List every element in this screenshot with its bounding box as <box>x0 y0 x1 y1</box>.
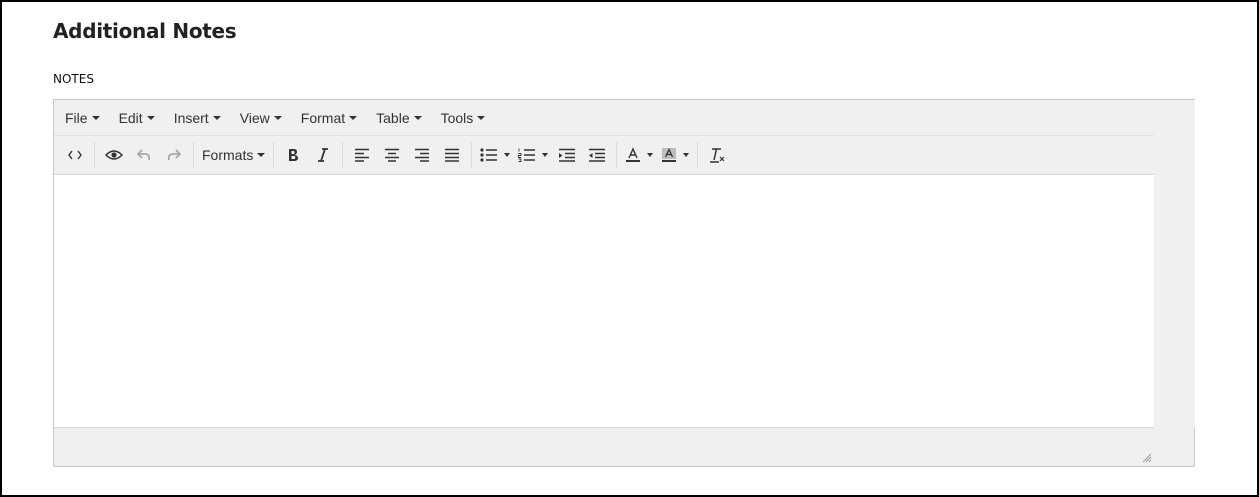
align-center-icon <box>385 148 400 162</box>
menu-view[interactable]: View <box>240 110 282 126</box>
chevron-down-icon <box>504 153 511 157</box>
menu-edit[interactable]: Edit <box>119 110 155 126</box>
menu-table-label: Table <box>376 109 410 126</box>
section-title: Additional Notes <box>53 19 237 43</box>
numbered-list-icon <box>518 148 536 162</box>
align-center-button[interactable] <box>377 141 407 169</box>
background-color-button[interactable] <box>657 141 693 169</box>
editor-statusbar <box>54 428 1194 466</box>
indent-icon <box>589 148 606 162</box>
align-right-button[interactable] <box>407 141 437 169</box>
preview-button[interactable] <box>99 141 129 169</box>
toolbar-divider <box>697 142 699 168</box>
align-left-icon <box>355 148 370 162</box>
source-code-icon <box>68 150 82 160</box>
chevron-down-icon <box>257 153 266 157</box>
toolbar-divider <box>273 142 275 168</box>
align-justify-icon <box>445 148 460 162</box>
chevron-down-icon <box>146 115 155 120</box>
toolbar-divider <box>94 142 95 168</box>
clear-formatting-icon <box>710 148 725 163</box>
indent-button[interactable] <box>582 141 612 169</box>
menu-table[interactable]: Table <box>376 109 422 126</box>
menu-insert[interactable]: Insert <box>174 110 221 126</box>
editor-menubar: File Edit Insert View Format Table Tools <box>54 100 1154 136</box>
source-code-button[interactable] <box>60 141 90 169</box>
menu-file-label: File <box>65 109 88 126</box>
editor-right-gutter <box>1154 100 1195 428</box>
toolbar-divider <box>342 142 344 168</box>
outdent-button[interactable] <box>552 141 582 169</box>
bullet-list-button[interactable] <box>476 141 514 169</box>
chevron-down-icon <box>413 115 422 120</box>
toolbar-divider <box>471 142 473 168</box>
editor-toolbar: Formats <box>54 136 1154 174</box>
numbered-list-button[interactable] <box>514 141 552 169</box>
text-color-button[interactable] <box>621 141 657 169</box>
menu-tools[interactable]: Tools <box>441 110 486 126</box>
chevron-down-icon <box>477 115 486 120</box>
outdent-icon <box>559 148 576 162</box>
page-frame: Additional Notes NOTES File Edit Insert … <box>0 0 1259 497</box>
menu-view-label: View <box>239 109 270 126</box>
italic-icon <box>318 148 329 162</box>
bullet-list-icon <box>480 148 498 162</box>
chevron-down-icon <box>212 115 221 120</box>
chevron-down-icon <box>542 153 549 157</box>
italic-button[interactable] <box>308 141 338 169</box>
rich-text-editor: File Edit Insert View Format Table Tools <box>53 99 1195 467</box>
undo-button[interactable] <box>129 141 159 169</box>
background-color-icon <box>662 147 677 162</box>
menu-file[interactable]: File <box>65 110 100 126</box>
align-justify-button[interactable] <box>437 141 467 169</box>
align-right-icon <box>415 148 430 162</box>
menu-format-label: Format <box>300 109 346 126</box>
redo-icon <box>167 149 181 161</box>
chevron-down-icon <box>647 153 654 157</box>
toolbar-divider <box>193 142 194 168</box>
align-left-button[interactable] <box>347 141 377 169</box>
editor-content-area[interactable] <box>54 174 1154 428</box>
preview-icon <box>105 150 123 160</box>
notes-label: NOTES <box>53 72 94 86</box>
menu-tools-label: Tools <box>440 109 474 126</box>
toolbar-divider <box>616 142 618 168</box>
redo-button[interactable] <box>159 141 189 169</box>
formats-dropdown[interactable]: Formats <box>198 141 269 169</box>
chevron-down-icon <box>273 115 282 120</box>
bold-button[interactable] <box>278 141 308 169</box>
menu-edit-label: Edit <box>118 109 143 126</box>
bold-icon <box>289 149 299 161</box>
menu-insert-label: Insert <box>173 109 209 126</box>
formats-label: Formats <box>202 147 254 163</box>
chevron-down-icon <box>349 115 358 120</box>
menu-format[interactable]: Format <box>300 109 358 126</box>
text-color-icon <box>626 147 641 162</box>
undo-icon <box>137 149 151 161</box>
chevron-down-icon <box>91 115 100 120</box>
resize-handle-icon[interactable] <box>1142 453 1152 463</box>
clear-formatting-button[interactable] <box>702 141 732 169</box>
chevron-down-icon <box>683 153 690 157</box>
